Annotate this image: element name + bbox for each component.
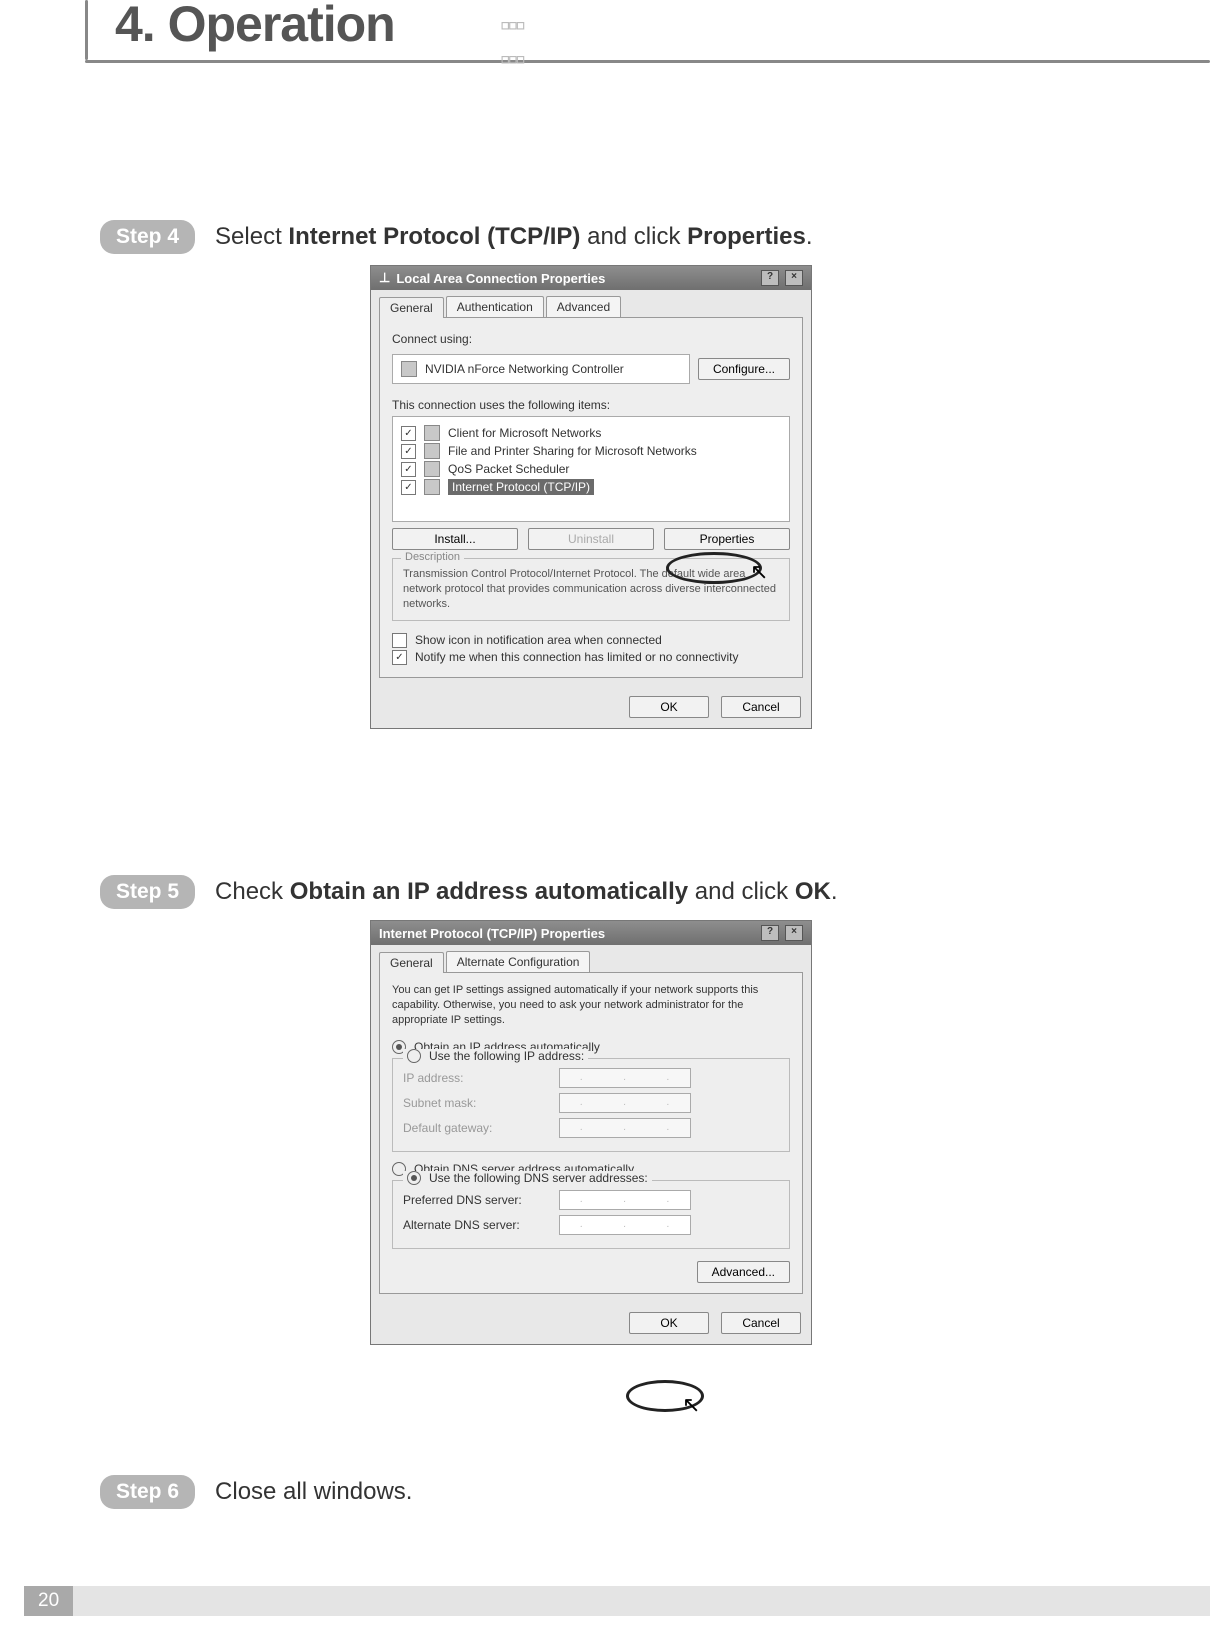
install-button[interactable]: Install...	[392, 528, 518, 550]
show-icon-label: Show icon in notification area when conn…	[415, 633, 662, 647]
close-icon[interactable]: ×	[785, 925, 803, 941]
subnet-mask-field: ...	[559, 1093, 691, 1113]
adapter-field: NVIDIA nForce Networking Controller	[392, 354, 690, 384]
checkbox-icon[interactable]: ✓	[401, 462, 416, 477]
decorative-dots-icon: ▫▫▫▫▫▫	[500, 9, 523, 77]
titlebar: ⊥ Local Area Connection Properties ? ×	[371, 266, 811, 290]
step5-badge: Step 5	[100, 875, 195, 909]
description-group: Description Transmission Control Protoco…	[392, 558, 790, 621]
list-item[interactable]: QoS Packet Scheduler	[448, 462, 569, 476]
tabs: General Alternate Configuration	[371, 945, 811, 972]
component-icon	[424, 443, 440, 459]
ok-button[interactable]: OK	[629, 1312, 709, 1334]
tab-alternate[interactable]: Alternate Configuration	[446, 951, 591, 972]
step6-row: Step 6 Close all windows.	[100, 1475, 412, 1509]
step4-badge: Step 4	[100, 220, 195, 254]
component-icon	[424, 461, 440, 477]
advanced-button[interactable]: Advanced...	[697, 1261, 790, 1283]
close-icon[interactable]: ×	[785, 270, 803, 286]
checkbox-icon[interactable]: ✓	[401, 426, 416, 441]
checkbox-icon[interactable]: ✓	[401, 480, 416, 495]
help-icon[interactable]: ?	[761, 925, 779, 941]
window-title: Local Area Connection Properties	[396, 271, 605, 286]
step5-text: Check Obtain an IP address automatically…	[215, 878, 837, 906]
show-icon-checkbox[interactable]	[392, 633, 407, 648]
cancel-button[interactable]: Cancel	[721, 696, 801, 718]
step6-badge: Step 6	[100, 1475, 195, 1509]
step4-row: Step 4 Select Internet Protocol (TCP/IP)…	[100, 220, 813, 254]
ok-button[interactable]: OK	[629, 696, 709, 718]
radio-use-ip-label: Use the following IP address:	[429, 1049, 584, 1063]
properties-button[interactable]: Properties	[664, 528, 790, 550]
header-rule	[85, 60, 1210, 63]
network-icon: ⊥	[379, 270, 390, 286]
ip-address-field: ...	[559, 1068, 691, 1088]
intro-text: You can get IP settings assigned automat…	[392, 983, 790, 1028]
tabs: General Authentication Advanced	[371, 290, 811, 317]
tab-general[interactable]: General	[379, 952, 444, 973]
step6-text: Close all windows.	[215, 1478, 412, 1506]
ip-address-label: IP address:	[403, 1071, 543, 1085]
tab-general[interactable]: General	[379, 297, 444, 318]
gateway-label: Default gateway:	[403, 1121, 543, 1135]
radio-use-dns-label: Use the following DNS server addresses:	[429, 1171, 648, 1185]
notify-checkbox[interactable]: ✓	[392, 650, 407, 665]
radio-use-dns[interactable]	[407, 1171, 421, 1185]
adns-label: Alternate DNS server:	[403, 1218, 543, 1232]
component-icon	[424, 479, 440, 495]
list-item[interactable]: File and Printer Sharing for Microsoft N…	[448, 444, 697, 458]
dialog-lan-properties: ⊥ Local Area Connection Properties ? × G…	[370, 265, 812, 729]
tab-advanced[interactable]: Advanced	[546, 296, 621, 317]
description-text: Transmission Control Protocol/Internet P…	[403, 567, 779, 612]
dialog-tcpip-properties: Internet Protocol (TCP/IP) Properties ? …	[370, 920, 812, 1345]
uses-items-label: This connection uses the following items…	[392, 398, 790, 412]
help-icon[interactable]: ?	[761, 270, 779, 286]
checkbox-icon[interactable]: ✓	[401, 444, 416, 459]
cancel-button[interactable]: Cancel	[721, 1312, 801, 1334]
list-item[interactable]: Client for Microsoft Networks	[448, 426, 601, 440]
cursor-icon: ↖	[682, 1392, 700, 1418]
step5-row: Step 5 Check Obtain an IP address automa…	[100, 875, 837, 909]
step4-text: Select Internet Protocol (TCP/IP) and cl…	[215, 223, 813, 251]
adapter-name: NVIDIA nForce Networking Controller	[425, 362, 624, 376]
titlebar: Internet Protocol (TCP/IP) Properties ? …	[371, 921, 811, 945]
connect-using-label: Connect using:	[392, 332, 790, 346]
adns-field[interactable]: ...	[559, 1215, 691, 1235]
figure-dialog1: ⊥ Local Area Connection Properties ? × G…	[370, 265, 812, 729]
configure-button[interactable]: Configure...	[698, 358, 790, 380]
tab-authentication[interactable]: Authentication	[446, 296, 544, 317]
section-title: 4. Operation	[115, 0, 413, 53]
window-title: Internet Protocol (TCP/IP) Properties	[379, 926, 605, 941]
page-number: 20	[24, 1586, 73, 1616]
gateway-field: ...	[559, 1118, 691, 1138]
list-item-selected[interactable]: Internet Protocol (TCP/IP)	[448, 479, 594, 495]
items-listbox[interactable]: ✓ Client for Microsoft Networks ✓ File and…	[392, 416, 790, 522]
figure-dialog2: Internet Protocol (TCP/IP) Properties ? …	[370, 920, 812, 1345]
pdns-label: Preferred DNS server:	[403, 1193, 543, 1207]
notify-label: Notify me when this connection has limit…	[415, 650, 739, 664]
highlight-circle-icon	[626, 1380, 704, 1412]
adapter-icon	[401, 361, 417, 377]
radio-use-ip[interactable]	[407, 1049, 421, 1063]
component-icon	[424, 425, 440, 441]
pdns-field[interactable]: ...	[559, 1190, 691, 1210]
description-title: Description	[401, 551, 464, 563]
subnet-mask-label: Subnet mask:	[403, 1096, 543, 1110]
uninstall-button: Uninstall	[528, 528, 654, 550]
